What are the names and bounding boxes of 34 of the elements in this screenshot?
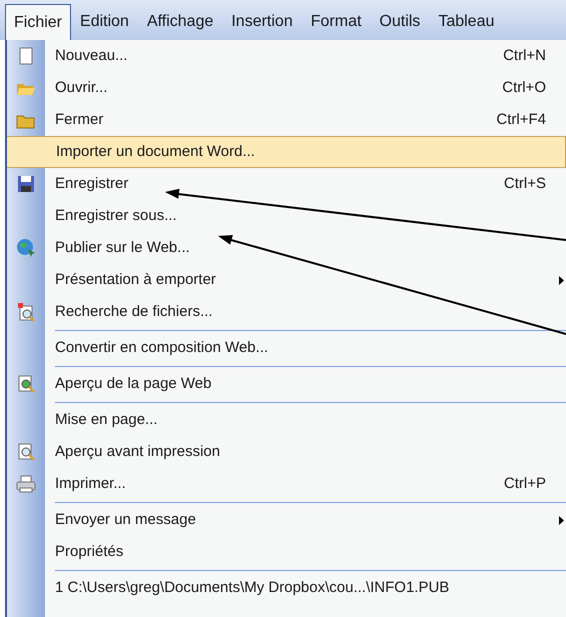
- shortcut-label: Ctrl+N: [503, 46, 546, 66]
- menu-bar-item[interactable]: Insertion: [222, 4, 302, 40]
- menu-item[interactable]: Nouveau... Ctrl+N: [7, 40, 566, 72]
- shortcut-label: Ctrl+P: [504, 474, 546, 494]
- menu-item[interactable]: Imprimer... Ctrl+P: [7, 468, 566, 500]
- menu-item[interactable]: Enregistrer Ctrl+S: [7, 168, 566, 200]
- menu-item[interactable]: Publier sur le Web...: [7, 232, 566, 264]
- shortcut-label: Ctrl+O: [502, 78, 546, 98]
- printer-icon: [16, 474, 36, 494]
- menu-item[interactable]: Présentation à emporter: [7, 264, 566, 296]
- menu-bar-item[interactable]: Outils: [370, 4, 430, 40]
- menu-item[interactable]: Fermer Ctrl+F4: [7, 104, 566, 136]
- menu-item[interactable]: Ouvrir... Ctrl+O: [7, 72, 566, 104]
- menu-bar-item[interactable]: Format: [302, 4, 370, 40]
- shortcut-label: Ctrl+F4: [496, 110, 546, 130]
- menu-item[interactable]: Mise en page...: [7, 404, 566, 436]
- shortcut-label: Ctrl+S: [504, 174, 546, 194]
- menu-bar-item[interactable]: Edition: [71, 4, 138, 40]
- menu-item[interactable]: 1 C:\Users\greg\Documents\My Dropbox\cou...\INFO1.PUB: [7, 572, 566, 604]
- globe-icon: [16, 238, 36, 258]
- document-magnifier-icon: [16, 442, 36, 462]
- menu-item[interactable]: Aperçu de la page Web: [7, 368, 566, 400]
- menu-item[interactable]: Envoyer un message: [7, 504, 566, 536]
- menu-item[interactable]: Propriétés: [7, 536, 566, 568]
- menu-bar-item[interactable]: Fichier: [5, 4, 72, 40]
- menu-item[interactable]: Aperçu avant impression: [7, 436, 566, 468]
- menu-item[interactable]: Convertir en composition Web...: [7, 332, 566, 364]
- menu-bar-item[interactable]: Affichage: [138, 4, 222, 40]
- document-magnifier-icon: [16, 302, 36, 322]
- menu-bar-item[interactable]: Tableau: [429, 4, 504, 40]
- menu-item[interactable]: Importer un document Word...: [7, 136, 566, 168]
- menu-item[interactable]: Enregistrer sous...: [7, 200, 566, 232]
- document-magnifier-icon: [16, 374, 36, 394]
- menu-item[interactable]: Recherche de fichiers...: [7, 296, 566, 328]
